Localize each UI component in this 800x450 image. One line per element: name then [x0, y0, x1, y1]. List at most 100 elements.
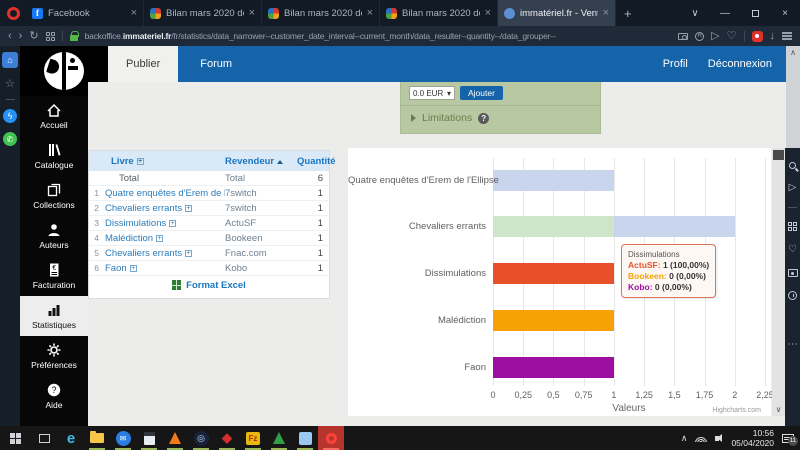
bar-segment-7switch[interactable]: [614, 216, 735, 237]
scrollbar-thumb[interactable]: [773, 150, 784, 160]
taskbar-green-app-icon[interactable]: [266, 426, 292, 450]
browser-tab[interactable]: Bilan mars 2020 des vente×: [262, 0, 380, 26]
taskbar-opera-icon[interactable]: [318, 426, 344, 450]
opera-menu-button[interactable]: [0, 0, 26, 26]
column-header-revendeur[interactable]: Revendeur: [225, 156, 297, 167]
sidebar-item-collections[interactable]: Collections: [20, 176, 88, 216]
expand-row-icon[interactable]: +: [156, 235, 163, 242]
reader-icon[interactable]: R: [695, 32, 704, 41]
sidebar-item-auteurs[interactable]: Auteurs: [20, 216, 88, 256]
window-minimize-button[interactable]: —: [710, 0, 740, 26]
taskbar-vlc-icon[interactable]: [162, 426, 188, 450]
window-close-button[interactable]: ×: [770, 0, 800, 26]
more-icon[interactable]: ⋯: [788, 340, 798, 350]
send-to-flow-icon[interactable]: ▷: [711, 31, 719, 42]
bar-segment-actusf[interactable]: [493, 263, 614, 284]
scrollbar-down-arrow[interactable]: ∨: [772, 405, 785, 414]
taskbar-file-explorer-icon[interactable]: [84, 426, 110, 450]
tab-close-icon[interactable]: ×: [249, 7, 255, 19]
whatsapp-icon[interactable]: ✆: [3, 132, 17, 146]
tab-search-icon[interactable]: ∨: [680, 0, 710, 26]
sidebar-panels-icon[interactable]: [782, 35, 792, 37]
book-link[interactable]: Chevaliers errants+: [101, 203, 225, 214]
speed-dial-icon[interactable]: ⌂: [2, 52, 18, 68]
expand-row-icon[interactable]: +: [169, 220, 176, 227]
notification-center-icon[interactable]: 11: [782, 434, 794, 443]
column-header-livre[interactable]: Livre+: [89, 156, 225, 167]
expand-row-icon[interactable]: +: [185, 250, 192, 257]
sidebar-item-preferences[interactable]: Préférences: [20, 336, 88, 376]
bookmarks-star-icon[interactable]: ☆: [5, 77, 15, 90]
wifi-icon[interactable]: [695, 434, 707, 442]
browser-tab[interactable]: Bilan mars 2020 des vente×: [380, 0, 498, 26]
help-icon[interactable]: ?: [478, 113, 489, 124]
bar-segment-7switch[interactable]: [493, 170, 614, 191]
bar-segment-bookeen[interactable]: [493, 310, 614, 331]
scrollbar-up-arrow[interactable]: ∧: [786, 46, 800, 57]
expand-arrow-icon[interactable]: [411, 114, 416, 122]
sidebar-item-facturation[interactable]: €Facturation: [20, 256, 88, 296]
taskbar-filezilla-icon[interactable]: Fz: [240, 426, 266, 450]
nav-deconnexion-link[interactable]: Déconnexion: [700, 58, 786, 70]
lock-icon[interactable]: [70, 35, 78, 41]
reload-icon[interactable]: ↻: [29, 31, 38, 42]
hidden-icons-button[interactable]: ∧: [681, 433, 688, 444]
book-link[interactable]: Quatre enquêtes d'Erem de l'Ellipse+: [101, 188, 225, 199]
start-button[interactable]: [0, 426, 30, 450]
search-icon[interactable]: [789, 162, 796, 169]
book-link[interactable]: Dissimulations+: [101, 218, 225, 229]
volume-icon[interactable]: [715, 436, 719, 441]
history-icon[interactable]: [788, 291, 797, 300]
download-icon[interactable]: ↓: [770, 31, 776, 42]
chart-credits[interactable]: Highcharts.com: [712, 407, 761, 414]
format-excel-link[interactable]: Format Excel: [186, 280, 246, 291]
task-view-button[interactable]: [30, 426, 58, 450]
book-link[interactable]: Malédiction+: [101, 233, 225, 244]
tab-close-icon[interactable]: ×: [603, 7, 609, 19]
messenger-icon[interactable]: ϟ: [3, 109, 17, 123]
window-maximize-button[interactable]: [740, 0, 770, 26]
taskbar-red-app-icon[interactable]: ◆: [214, 426, 240, 450]
expand-column-icon[interactable]: +: [137, 158, 144, 165]
forward-icon[interactable]: ›: [19, 31, 23, 42]
snapshot-icon[interactable]: [678, 33, 688, 40]
nav-forum-link[interactable]: Forum: [178, 58, 254, 70]
back-icon[interactable]: ‹: [8, 31, 12, 42]
speed-dial-icon[interactable]: [46, 32, 55, 41]
book-link[interactable]: Faon+: [101, 263, 225, 274]
tab-close-icon[interactable]: ×: [131, 7, 137, 19]
url-input[interactable]: backoffice.immateriel.fr/fr/statistics/d…: [85, 31, 672, 41]
sidebar-item-aide[interactable]: ?Aide: [20, 376, 88, 416]
pinboards-icon[interactable]: [788, 269, 798, 277]
browser-scrollbar[interactable]: ∧: [786, 46, 800, 148]
ajouter-button[interactable]: Ajouter: [460, 86, 503, 100]
taskbar-clock[interactable]: 10:56 05/04/2020: [731, 428, 774, 448]
pinboards-icon[interactable]: [752, 31, 763, 42]
nav-publier-tab[interactable]: Publier: [108, 46, 178, 82]
column-header-quantite[interactable]: Quantité: [297, 156, 329, 167]
book-link[interactable]: Chevaliers errants+: [101, 248, 225, 259]
speed-dial-icon[interactable]: [788, 222, 797, 231]
sidebar-item-accueil[interactable]: Accueil: [20, 96, 88, 136]
limitations-label[interactable]: Limitations: [422, 112, 472, 124]
taskbar-blue-app-icon[interactable]: [292, 426, 318, 450]
taskbar-calculator-icon[interactable]: [136, 426, 162, 450]
expand-row-icon[interactable]: +: [185, 205, 192, 212]
tab-close-icon[interactable]: ×: [367, 7, 373, 19]
tab-close-icon[interactable]: ×: [485, 7, 491, 19]
sidebar-item-catalogue[interactable]: Catalogue: [20, 136, 88, 176]
taskbar-steam-icon[interactable]: ◎: [188, 426, 214, 450]
my-flow-icon[interactable]: ▷: [789, 183, 797, 193]
browser-tab[interactable]: Bilan mars 2020 des vente×: [144, 0, 262, 26]
expand-row-icon[interactable]: +: [130, 265, 137, 272]
bookmark-heart-icon[interactable]: ♡: [727, 31, 737, 42]
browser-tab[interactable]: immatériel.fr - Ventes du m×: [498, 0, 616, 26]
bookmarks-heart-icon[interactable]: ♡: [788, 245, 797, 255]
bar-segment-kobo[interactable]: [493, 357, 614, 378]
taskbar-mail-icon[interactable]: ✉: [110, 426, 136, 450]
new-tab-button[interactable]: +: [616, 6, 640, 21]
bar-segment-fnaccom[interactable]: [493, 216, 614, 237]
taskbar-edge-icon[interactable]: e: [58, 426, 84, 450]
content-scrollbar[interactable]: ∨: [772, 148, 785, 416]
nav-profil-link[interactable]: Profil: [651, 58, 700, 70]
